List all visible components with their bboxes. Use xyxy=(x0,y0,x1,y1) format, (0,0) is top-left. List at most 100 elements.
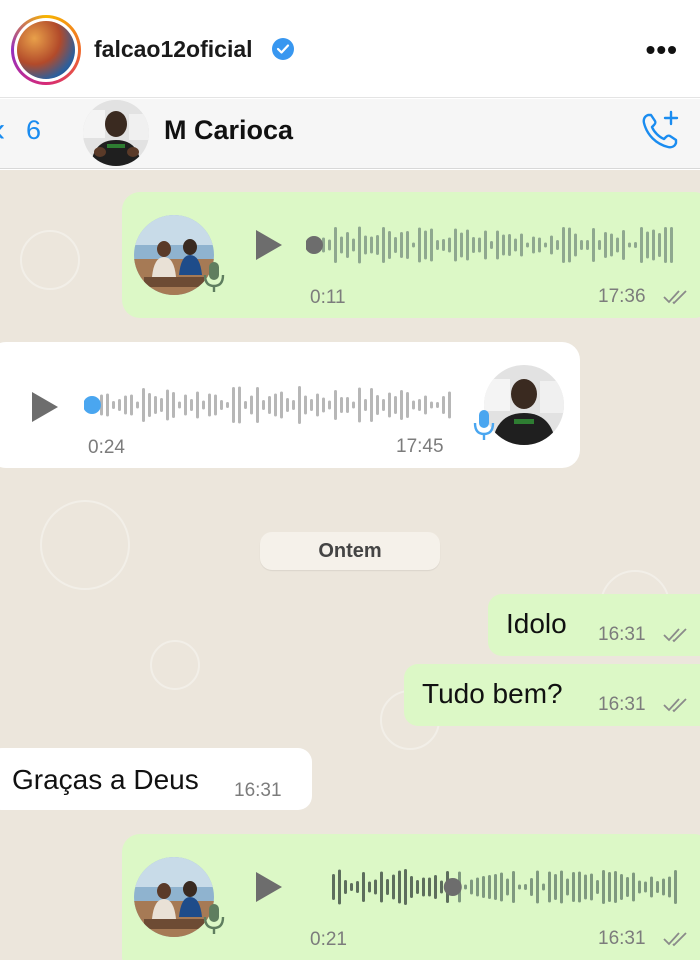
voice-message-outgoing[interactable]: 0:21 16:31 xyxy=(122,834,700,960)
voice-message-incoming[interactable]: 0:24 17:45 xyxy=(0,342,580,468)
playback-dot[interactable] xyxy=(306,236,323,254)
waveform-bar xyxy=(370,388,373,422)
more-options-icon[interactable]: ••• xyxy=(646,34,678,66)
read-receipt-icon xyxy=(662,288,692,311)
play-icon[interactable] xyxy=(254,228,284,267)
waveform-bar xyxy=(632,872,635,902)
voice-waveform[interactable] xyxy=(306,222,678,268)
back-icon[interactable]: ‹ xyxy=(0,111,5,150)
waveform-bar xyxy=(622,230,625,260)
waveform-bar xyxy=(574,233,577,257)
waveform-bar xyxy=(508,234,511,256)
waveform-bar xyxy=(292,400,295,410)
waveform-bar xyxy=(332,874,335,900)
waveform-bar xyxy=(196,391,199,419)
waveform-bar xyxy=(304,395,307,415)
profile-avatar[interactable] xyxy=(11,15,81,85)
contact-avatar[interactable] xyxy=(83,100,149,166)
playback-dot[interactable] xyxy=(84,396,101,414)
waveform-bar xyxy=(380,871,383,903)
message-text: Graças a Deus xyxy=(12,764,199,795)
waveform-bar xyxy=(544,242,547,248)
text-message-incoming[interactable]: Graças a Deus 16:31 xyxy=(0,748,312,810)
play-icon[interactable] xyxy=(30,390,60,429)
waveform-bar xyxy=(500,872,503,902)
waveform-bar xyxy=(638,880,641,894)
message-text: Idolo xyxy=(506,608,567,639)
unread-count[interactable]: 6 xyxy=(26,115,41,146)
message-time: 17:36 xyxy=(598,286,646,307)
microphone-icon xyxy=(202,260,226,299)
waveform-bar xyxy=(530,878,533,896)
text-message-outgoing[interactable]: Idolo 16:31 xyxy=(488,594,700,656)
voice-message-outgoing[interactable]: 0:11 17:36 xyxy=(122,192,700,318)
waveform-bar xyxy=(664,227,667,263)
waveform-bar xyxy=(130,394,133,416)
waveform-bar xyxy=(388,231,391,259)
waveform-bar xyxy=(610,233,613,257)
waveform-bar xyxy=(506,878,509,896)
waveform-bar xyxy=(562,227,565,263)
waveform-bar xyxy=(422,877,425,897)
text-message-outgoing[interactable]: Tudo bem? 16:31 xyxy=(404,664,700,726)
waveform-bar xyxy=(286,398,289,412)
waveform-bar xyxy=(466,229,469,261)
waveform-bar xyxy=(494,874,497,900)
message-time: 17:45 xyxy=(396,436,444,457)
waveform-bar xyxy=(662,878,665,896)
voice-waveform[interactable] xyxy=(316,864,680,910)
message-time: 16:31 xyxy=(598,694,646,715)
sender-avatar xyxy=(484,365,564,445)
waveform-bar xyxy=(386,879,389,895)
waveform-bar xyxy=(322,397,325,413)
waveform-bar xyxy=(316,393,319,417)
playback-dot[interactable] xyxy=(443,878,462,896)
profile-username[interactable]: falcao12oficial xyxy=(94,36,253,63)
voice-duration: 0:21 xyxy=(310,929,347,950)
waveform-bar xyxy=(124,395,127,415)
chat-area[interactable]: 0:11 17:36 0:24 17:45 Ontem Idolo 16:31 … xyxy=(0,170,700,960)
microphone-icon xyxy=(202,902,226,941)
waveform-bar xyxy=(344,880,347,894)
waveform-bar xyxy=(202,400,205,410)
waveform-bar xyxy=(586,240,589,250)
waveform-bar xyxy=(244,401,247,409)
waveform-bar xyxy=(136,401,139,409)
waveform-bar xyxy=(394,396,397,414)
waveform-bar xyxy=(440,880,443,894)
waveform-bar xyxy=(214,394,217,416)
waveform-bar xyxy=(464,884,467,890)
waveform-bar xyxy=(626,877,629,897)
waveform-bar xyxy=(656,881,659,893)
add-call-icon[interactable] xyxy=(640,109,682,156)
waveform-bar xyxy=(400,390,403,420)
waveform-bar xyxy=(580,240,583,250)
waveform-bar xyxy=(400,232,403,258)
waveform-bar xyxy=(436,402,439,408)
waveform-bar xyxy=(560,870,563,904)
message-text: Tudo bem? xyxy=(422,678,563,709)
voice-duration: 0:24 xyxy=(88,437,125,458)
wallpaper-doodle xyxy=(150,640,200,690)
voice-waveform[interactable] xyxy=(84,382,456,428)
read-receipt-icon xyxy=(662,626,692,649)
contact-name[interactable]: M Carioca xyxy=(164,115,293,146)
read-receipt-icon xyxy=(662,930,692,953)
play-icon[interactable] xyxy=(254,870,284,909)
waveform-bar xyxy=(448,237,451,253)
waveform-bar xyxy=(166,389,169,421)
waveform-bar xyxy=(596,880,599,894)
waveform-bar xyxy=(488,875,491,899)
waveform-bar xyxy=(404,869,407,905)
waveform-bar xyxy=(148,393,151,417)
waveform-bar xyxy=(406,231,409,259)
waveform-bar xyxy=(484,230,487,260)
wallpaper-doodle xyxy=(20,230,80,290)
waveform-bar xyxy=(274,393,277,417)
waveform-bar xyxy=(382,399,385,411)
waveform-bar xyxy=(376,235,379,255)
waveform-bar xyxy=(634,242,637,248)
waveform-bar xyxy=(608,872,611,902)
waveform-bar xyxy=(548,871,551,903)
waveform-bar xyxy=(490,241,493,249)
